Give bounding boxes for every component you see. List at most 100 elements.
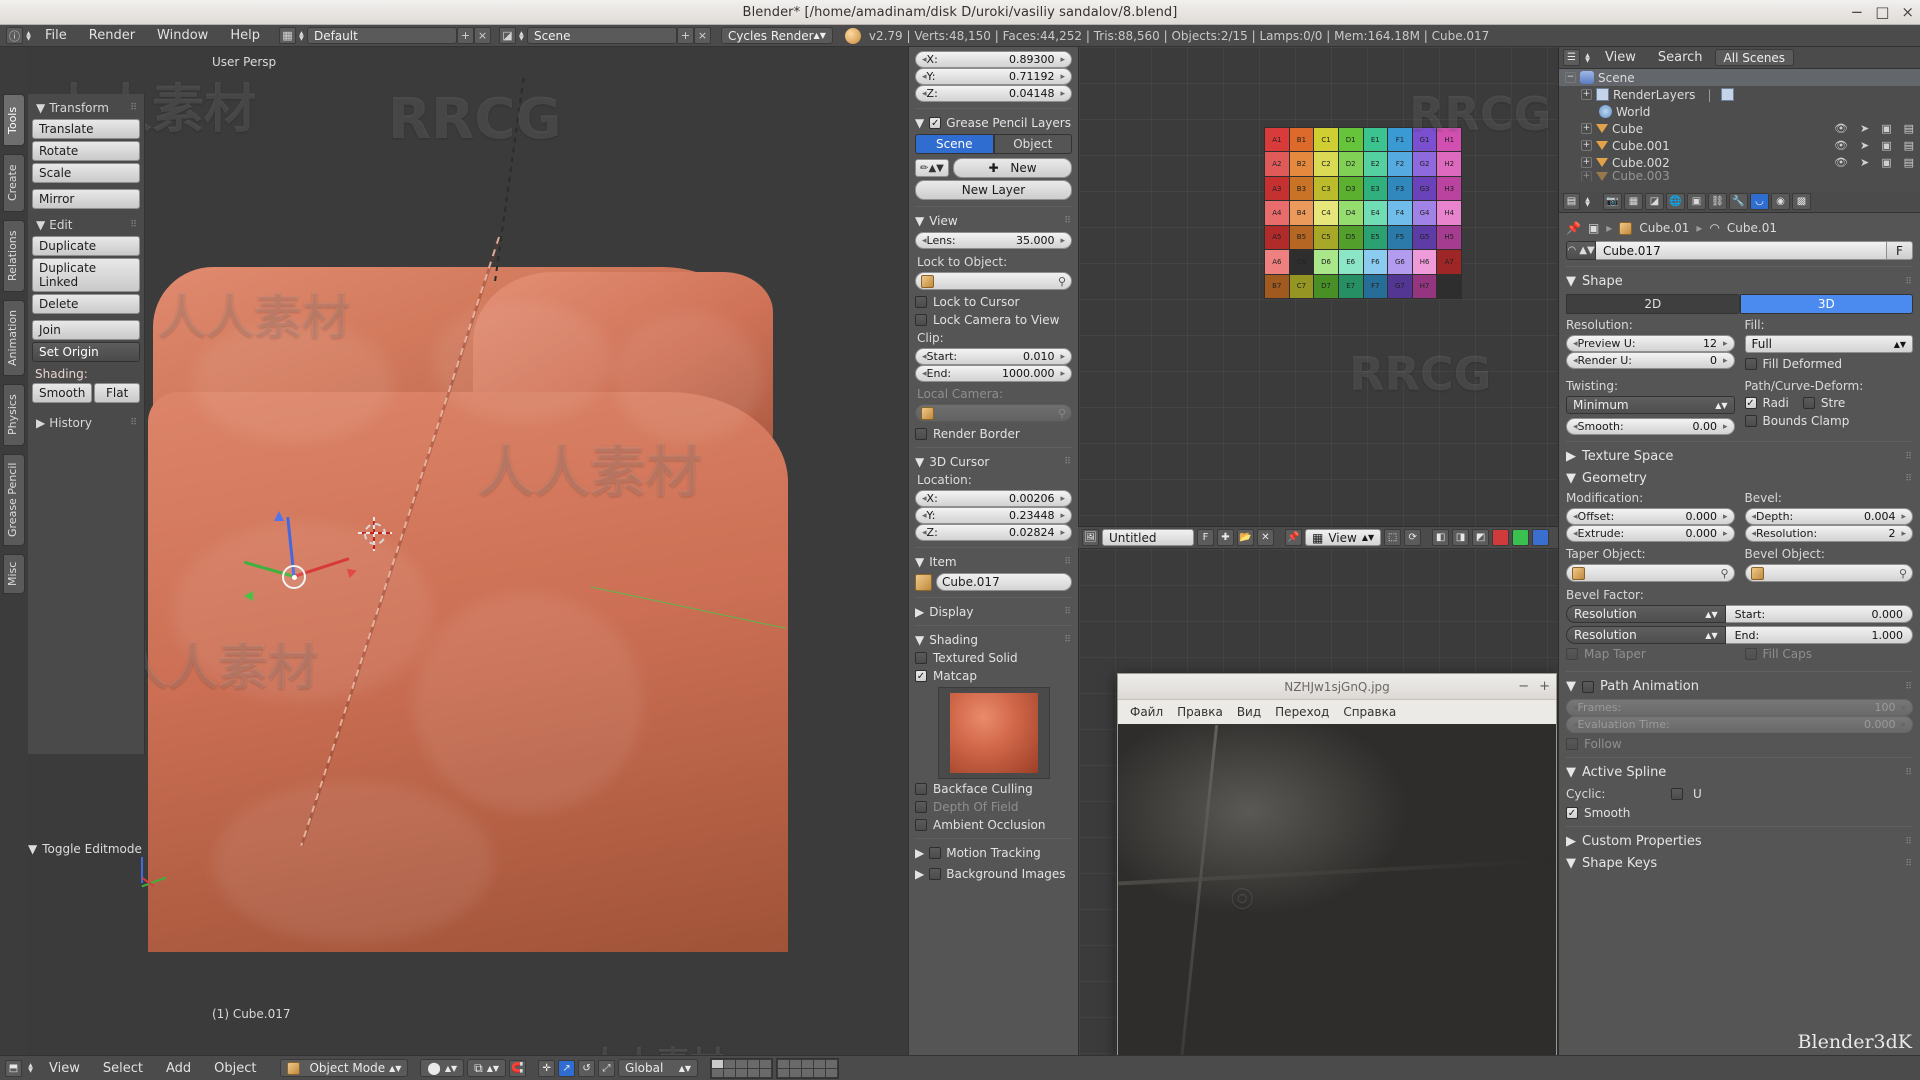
breadcrumb-object-name[interactable]: Cube.01	[1639, 221, 1689, 235]
path-animation-panel-header[interactable]: ▼ Path Animation ⠿	[1566, 679, 1913, 694]
image-viewer-maximize-icon[interactable]: +	[1539, 679, 1550, 694]
item-panel-header[interactable]: ▼ Item ⠿	[915, 555, 1072, 569]
cursor-x-field[interactable]: ◂X: 0.00206▸	[915, 490, 1072, 507]
scene-icon[interactable]: ◪	[499, 27, 516, 44]
sidebar-tab-misc[interactable]: Misc	[3, 554, 25, 594]
view-panel-header[interactable]: ▼ View ⠿	[915, 214, 1072, 228]
gp-tab-scene[interactable]: Scene	[915, 134, 994, 154]
menu-help[interactable]: Help	[219, 26, 271, 45]
lock-to-cursor-checkbox[interactable]	[915, 296, 927, 308]
bevel-factor-end-field[interactable]: End: 1.000	[1726, 626, 1913, 644]
backface-culling-row[interactable]: Backface Culling	[915, 782, 1072, 796]
image-name-field[interactable]: Untitled	[1102, 529, 1194, 546]
backface-culling-checkbox[interactable]	[915, 783, 927, 795]
display-panel-header[interactable]: ▶ Display ⠿	[915, 605, 1072, 619]
shade-smooth-button[interactable]: Smooth	[32, 383, 92, 403]
outliner-row-cube-001[interactable]: + Cube.001 👁 ➤ ▣ ▤	[1559, 137, 1920, 154]
editor-type-spinner[interactable]: ▲▼	[23, 31, 34, 41]
transform-manipulator[interactable]	[250, 517, 370, 597]
outliner-row-cube-002[interactable]: + Cube.002 👁 ➤ ▣ ▤	[1559, 154, 1920, 171]
scene-layers-grid-2[interactable]	[776, 1058, 839, 1079]
renderlayers-icon-2[interactable]	[1721, 88, 1734, 101]
gp-new-button[interactable]: ✚ New	[953, 158, 1072, 178]
image-channel-z-button[interactable]: ◩	[1472, 529, 1489, 546]
interaction-mode-select[interactable]: Object Mode ▲▼	[280, 1059, 408, 1077]
expander-icon-scene[interactable]: −	[1565, 72, 1576, 83]
lock-to-object-field[interactable]: ⚲	[915, 272, 1072, 290]
menu-file[interactable]: File	[34, 26, 78, 45]
tab-object-data[interactable]: ◡	[1750, 193, 1769, 210]
lock-to-cursor-row[interactable]: Lock to Cursor	[915, 295, 1072, 309]
image-viewer-minimize-icon[interactable]: −	[1518, 679, 1529, 694]
duplicate-button[interactable]: Duplicate	[32, 236, 140, 256]
grease-pencil-checkbox[interactable]: ✓	[929, 117, 941, 129]
duplicate-linked-button[interactable]: Duplicate Linked	[32, 258, 140, 292]
image-refresh-button[interactable]: ⟳	[1404, 529, 1421, 546]
eyedropper-icon-bevel[interactable]: ⚲	[1899, 567, 1907, 580]
image-viewer-menu-go[interactable]: Переход	[1275, 705, 1329, 719]
add-screen-layout-button[interactable]: +	[457, 27, 474, 44]
outliner-row-toggles-cube[interactable]: 👁 ➤ ▣ ▤	[1834, 122, 1914, 135]
tab-scene[interactable]: ◪	[1645, 193, 1664, 210]
outliner-editor-type-icon[interactable]: ☰	[1563, 49, 1580, 66]
sidebar-tab-relations[interactable]: Relations	[3, 220, 25, 292]
shape-tab-3d[interactable]: 3D	[1740, 294, 1914, 314]
local-camera-field[interactable]: ⚲	[915, 404, 1072, 422]
image-view-menu[interactable]: ▦ View ▲▼	[1305, 529, 1381, 546]
bottom-menu-select[interactable]: Select	[93, 1061, 153, 1076]
texture-space-panel-header[interactable]: ▶ Texture Space ⠿	[1566, 449, 1913, 464]
bevel-factor-end-row[interactable]: Resolution ▲▼ End: 1.000	[1566, 626, 1913, 644]
textured-solid-row[interactable]: Textured Solid	[915, 651, 1072, 665]
uv-image-viewport[interactable]: A1B1 C1D1 E1F1 G1H1 A2B2 C2D2 E2F2 G2H2 …	[1078, 47, 1558, 527]
render-visibility-icon-3[interactable]: ▤	[1904, 156, 1914, 169]
scene-layers-grid-1[interactable]	[710, 1058, 773, 1079]
breadcrumb-data-name[interactable]: Cube.01	[1727, 221, 1777, 235]
tool-shelf-tabs[interactable]: Tools Create Relations Animation Physics…	[0, 94, 28, 1055]
expander-icon-cube-002[interactable]: +	[1581, 157, 1592, 168]
matcap-preview[interactable]	[938, 687, 1050, 779]
image-viewer-window[interactable]: NZHJw1sjGnQ.jpg − + Файл Правка Вид Пере…	[1117, 673, 1557, 1073]
image-aspect-button[interactable]: ⬚	[1384, 529, 1401, 546]
bottom-menu-view[interactable]: View	[39, 1061, 90, 1076]
bevel-factor-start-mode[interactable]: Resolution ▲▼	[1566, 605, 1726, 623]
lens-field[interactable]: ◂Lens: 35.000▸	[915, 232, 1072, 249]
cursor-arrow-icon-2[interactable]: ➤	[1860, 139, 1869, 152]
render-u-field[interactable]: ◂Render U: 0▸	[1566, 352, 1735, 369]
image-viewer-canvas[interactable]	[1118, 724, 1556, 1072]
toggle-editmode-panel[interactable]: ▼ Toggle Editmode	[28, 842, 145, 856]
transform-x-field[interactable]: ◂X: 0.89300▸	[915, 51, 1072, 68]
tab-render-layers[interactable]: ▦	[1624, 193, 1643, 210]
spline-smooth-row[interactable]: ✓ Smooth	[1566, 806, 1913, 820]
lock-camera-to-view-checkbox[interactable]	[915, 314, 927, 326]
twist-smooth-field[interactable]: ◂Smooth: 0.00▸	[1566, 418, 1735, 435]
transform-y-field[interactable]: ◂Y: 0.71192▸	[915, 68, 1072, 85]
camera-icon-3[interactable]: ▣	[1881, 156, 1891, 169]
expander-icon-cube[interactable]: +	[1581, 123, 1592, 134]
fill-mode-select[interactable]: Full ▲▼	[1745, 335, 1914, 353]
motion-tracking-checkbox[interactable]	[929, 847, 941, 859]
shading-panel-header[interactable]: ▼ Shading ⠿	[915, 633, 1072, 647]
transform-z-field[interactable]: ◂Z: 0.04148▸	[915, 85, 1072, 102]
browse-curve-data-button[interactable]: ◠ ▲▼	[1566, 241, 1596, 260]
preview-u-field[interactable]: ◂Preview U: 12▸	[1566, 335, 1735, 352]
eye-icon-3[interactable]: 👁	[1834, 156, 1848, 169]
mirror-button[interactable]: Mirror	[32, 189, 140, 209]
manipulator-scale-icon[interactable]: ⤢	[598, 1060, 615, 1077]
clip-end-field[interactable]: ◂End: 1000.000▸	[915, 365, 1072, 382]
ambient-occlusion-row[interactable]: Ambient Occlusion	[915, 818, 1072, 832]
clip-start-field[interactable]: ◂Start: 0.010▸	[915, 348, 1072, 365]
shape-dimension-tabs[interactable]: 2D 3D	[1566, 294, 1913, 314]
sidebar-tab-grease-pencil[interactable]: Grease Pencil	[3, 454, 25, 546]
outliner-row-renderlayers[interactable]: + RenderLayers |	[1559, 86, 1920, 103]
outliner-menu-view[interactable]: View	[1595, 50, 1646, 65]
matcap-checkbox[interactable]: ✓	[915, 670, 927, 682]
add-scene-button[interactable]: +	[677, 27, 694, 44]
bevel-factor-start-row[interactable]: Resolution ▲▼ Start: 0.000	[1566, 605, 1913, 623]
rotate-button[interactable]: Rotate	[32, 141, 140, 161]
fill-deformed-checkbox[interactable]	[1745, 358, 1757, 370]
image-new-button[interactable]: ✚	[1217, 529, 1234, 546]
screen-layout-select[interactable]: Default	[307, 27, 457, 44]
expander-icon-cube-003[interactable]: +	[1581, 171, 1592, 181]
shape-panel-header[interactable]: ▼ Shape ⠿	[1566, 274, 1913, 289]
scale-button[interactable]: Scale	[32, 163, 140, 183]
